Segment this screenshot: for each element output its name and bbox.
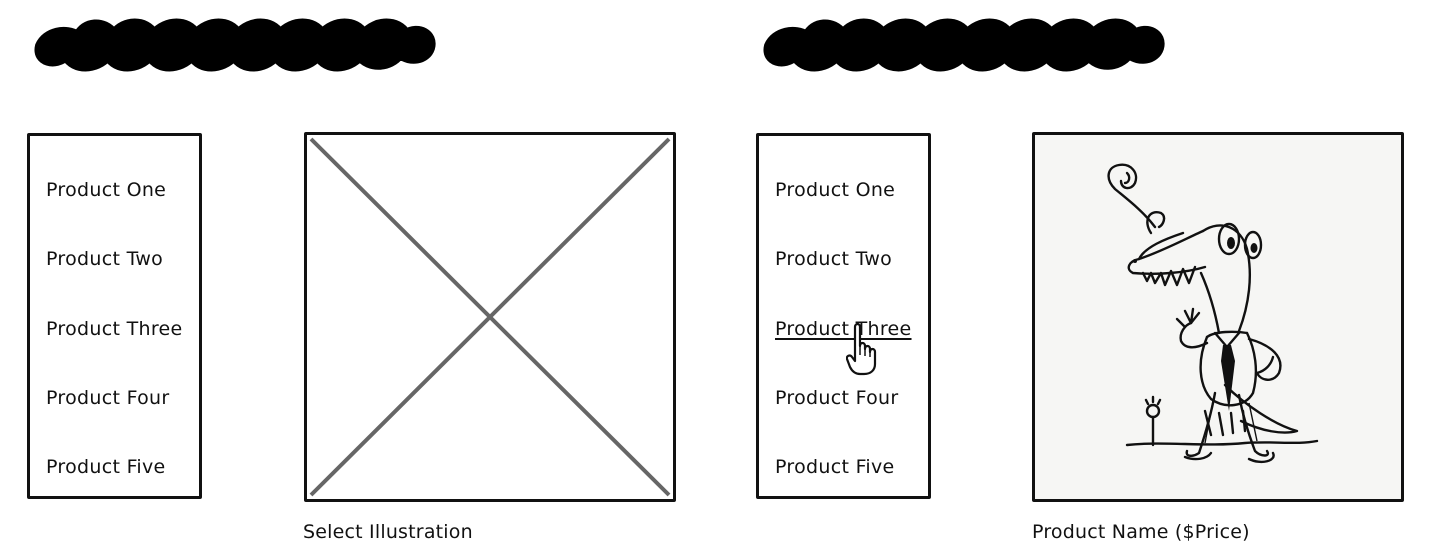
title-scribble-icon	[763, 18, 1165, 72]
product-list-item[interactable]: Product Five	[46, 455, 166, 479]
product-list-item[interactable]: Product One	[775, 178, 895, 202]
product-image	[1032, 132, 1404, 502]
image-placeholder	[304, 132, 676, 502]
product-list-item[interactable]: Product Two	[775, 247, 892, 271]
product-list-item-hovered[interactable]: Product Three	[775, 317, 912, 341]
product-list-item[interactable]: Product Four	[775, 386, 899, 410]
title-scribble-icon	[34, 18, 436, 72]
product-list-item[interactable]: Product Three	[46, 317, 183, 341]
product-list-item[interactable]: Product Two	[46, 247, 163, 271]
wireframe-screen-selected: Product One Product Two Product Three Pr…	[729, 0, 1440, 560]
product-list-item[interactable]: Product Four	[46, 386, 170, 410]
crocodile-character-illustration	[1035, 135, 1401, 499]
wireframe-screen-default: Product One Product Two Product Three Pr…	[0, 0, 720, 560]
product-list-item[interactable]: Product Five	[775, 455, 895, 479]
product-list: Product One Product Two Product Three Pr…	[756, 133, 931, 499]
product-name-price-caption: Product Name ($Price)	[1032, 521, 1250, 543]
image-caption: Select Illustration	[303, 521, 473, 543]
product-list: Product One Product Two Product Three Pr…	[27, 133, 202, 499]
image-placeholder-cross-icon	[309, 137, 671, 497]
pointer-hand-icon	[846, 322, 877, 376]
product-list-item[interactable]: Product One	[46, 178, 166, 202]
